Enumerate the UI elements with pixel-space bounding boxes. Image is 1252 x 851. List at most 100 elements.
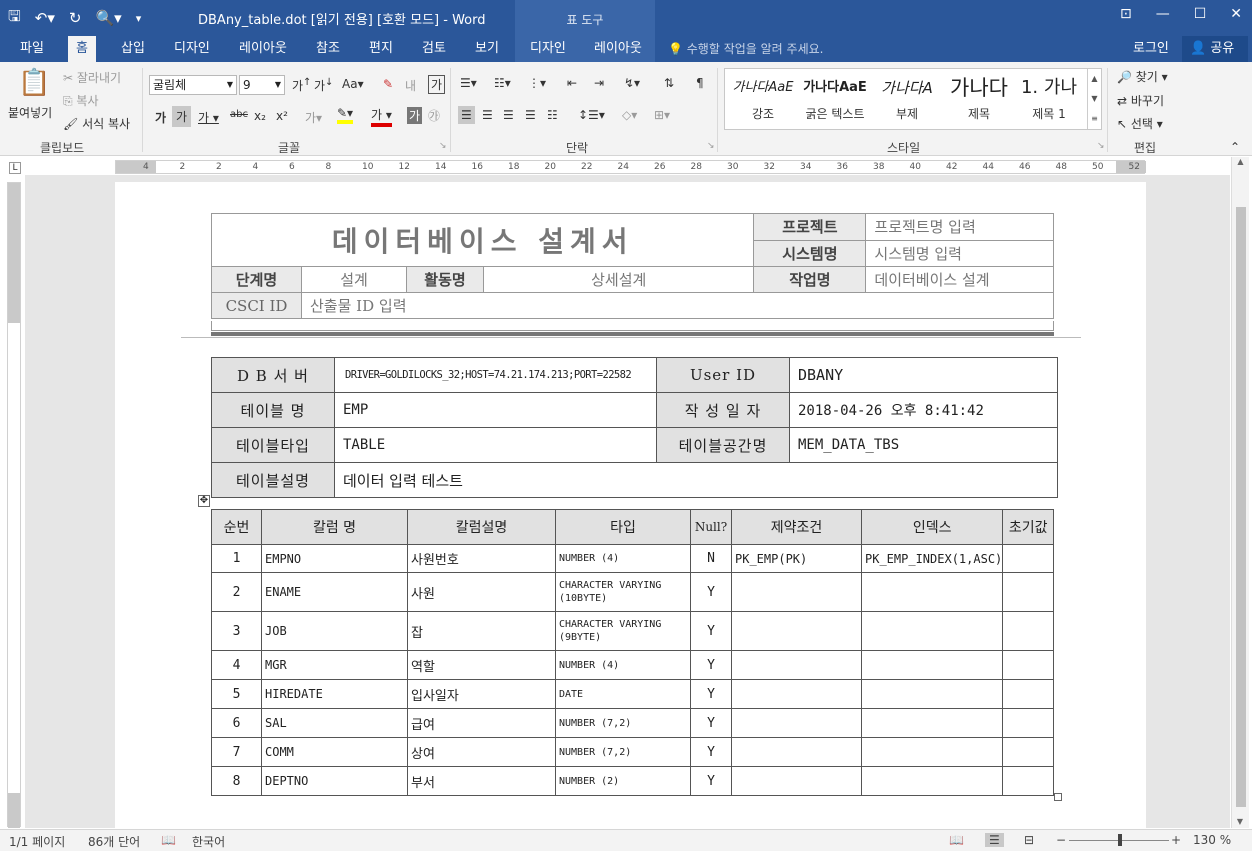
increase-indent-icon[interactable]: ⇥	[594, 76, 604, 90]
shrink-font-icon[interactable]: 가↓	[314, 77, 333, 94]
find-button[interactable]: 🔎 찾기 ▾	[1117, 68, 1168, 85]
ribbon: 📋 붙여넣기 ✂ 잘라내기 ⎘ 복사 🖌 서식 복사 클립보드 굴림체 ▼ 9 ▼ …	[0, 62, 1252, 156]
table-resize-handle-icon[interactable]	[1054, 793, 1062, 801]
align-center-icon[interactable]: ☰	[482, 108, 493, 122]
sort-icon[interactable]: ⇅	[664, 76, 674, 90]
minimize-icon[interactable]: —	[1156, 6, 1170, 22]
bullets-icon[interactable]: ☰▾	[460, 76, 477, 90]
tab-review[interactable]: 검토	[420, 36, 448, 62]
enclose-char-icon[interactable]: ㉮	[428, 107, 440, 124]
zoom-in-icon[interactable]: +	[1171, 833, 1181, 847]
distribute-icon[interactable]: ☷	[547, 108, 558, 122]
word-count[interactable]: 86개 단어	[88, 833, 140, 850]
close-icon[interactable]: ✕	[1230, 6, 1242, 22]
show-marks-icon[interactable]: ¶	[696, 76, 704, 90]
proofing-icon[interactable]: 📖	[161, 833, 176, 847]
signin-link[interactable]: 로그인	[1133, 36, 1169, 62]
shading-icon[interactable]: ◇▾	[622, 108, 637, 122]
phonetic-guide-icon[interactable]: 내	[405, 77, 416, 94]
grow-font-icon[interactable]: 가↑	[292, 77, 311, 94]
tab-home[interactable]: 홈	[68, 36, 96, 62]
text-effects-icon[interactable]: 가▾	[305, 109, 322, 126]
align-left-icon[interactable]: ☰	[458, 106, 475, 124]
zoom-level[interactable]: 130 %	[1193, 833, 1231, 847]
table-move-handle-icon[interactable]: ✥	[198, 495, 210, 507]
font-size-select[interactable]: 9 ▼	[239, 75, 285, 95]
style-subtitle[interactable]: 가나다A 부제	[871, 69, 943, 129]
copy-button[interactable]: ⎘ 복사	[63, 92, 99, 109]
numbering-icon[interactable]: ☷▾	[494, 76, 511, 90]
redo-icon[interactable]: ↻	[69, 9, 82, 27]
underline-button[interactable]: 가 ▾	[198, 109, 219, 126]
style-emphasis[interactable]: 가나다AaE 강조	[727, 69, 799, 129]
styles-dialog-launcher-icon[interactable]: ↘	[1097, 141, 1105, 151]
tab-selector-icon[interactable]: L	[9, 162, 21, 174]
collapse-ribbon-icon[interactable]: ⌃	[1230, 140, 1240, 154]
justify-icon[interactable]: ☰	[525, 108, 536, 122]
styles-scroll[interactable]: ▲ ▼ ≡	[1087, 69, 1101, 129]
web-layout-icon[interactable]: ⊟	[1024, 833, 1034, 847]
style-heading1[interactable]: 1. 가나 제목 1	[1015, 69, 1083, 129]
align-right-icon[interactable]: ☰	[503, 108, 514, 122]
style-title[interactable]: 가나다 제목	[943, 69, 1015, 129]
col-no: 3	[211, 611, 262, 651]
select-button[interactable]: ↖ 선택 ▾	[1117, 115, 1163, 132]
style-strong[interactable]: 가나다AaE 굵은 텍스트	[799, 69, 871, 129]
ruler-number: 38	[873, 162, 885, 172]
char-border-icon[interactable]: 가	[428, 75, 446, 94]
superscript-button[interactable]: x²	[276, 109, 288, 123]
strikethrough-button[interactable]: abc	[230, 109, 248, 120]
bold-button[interactable]: 가	[155, 109, 166, 126]
maximize-icon[interactable]: ☐	[1194, 6, 1207, 22]
cut-button[interactable]: ✂ 잘라내기	[63, 69, 121, 86]
highlight-icon[interactable]: ✎▾	[337, 106, 354, 124]
tab-table-design[interactable]: 디자인	[528, 36, 568, 62]
tab-references[interactable]: 참조	[314, 36, 342, 62]
paragraph-dialog-launcher-icon[interactable]: ↘	[707, 141, 715, 151]
change-case-button[interactable]: Aa▾	[342, 77, 364, 91]
col-desc: 잡	[407, 611, 556, 651]
customize-qat-icon[interactable]: ▾	[136, 12, 142, 25]
doc-title: 데이터베이스 설계서	[210, 213, 755, 267]
tell-me-input[interactable]: 💡 수행할 작업을 알려 주세요.	[668, 36, 823, 62]
tab-file[interactable]: 파일	[18, 36, 46, 62]
borders-icon[interactable]: ⊞▾	[654, 108, 670, 122]
char-shading-icon[interactable]: 가	[407, 107, 423, 124]
italic-button[interactable]: 가	[172, 106, 192, 127]
zoom-slider-thumb[interactable]	[1118, 834, 1122, 846]
col-type: CHARACTER VARYING (9BYTE)	[555, 611, 691, 651]
tab-layout[interactable]: 레이아웃	[237, 36, 289, 62]
save-icon[interactable]: 🖫	[8, 6, 21, 31]
vertical-scrollbar[interactable]: ▲ ▼	[1231, 157, 1249, 828]
text-direction-icon[interactable]: ↯▾	[624, 76, 640, 90]
paste-button[interactable]: 붙여넣기	[8, 104, 52, 121]
print-preview-icon[interactable]: 🔍▾	[95, 9, 121, 27]
tab-design[interactable]: 디자인	[172, 36, 212, 62]
ribbon-display-icon[interactable]: ⊡	[1120, 6, 1132, 22]
page-count[interactable]: 1/1 페이지	[9, 833, 65, 850]
replace-button[interactable]: ⇄ 바꾸기	[1117, 92, 1164, 109]
read-mode-icon[interactable]: 📖	[949, 833, 964, 847]
paste-icon[interactable]: 📋	[18, 68, 50, 98]
tab-view[interactable]: 보기	[473, 36, 501, 62]
zoom-out-icon[interactable]: −	[1056, 833, 1066, 847]
share-button[interactable]: 👤 공유	[1182, 36, 1248, 62]
language[interactable]: 한국어	[192, 833, 225, 850]
format-painter-button[interactable]: 🖌 서식 복사	[63, 115, 130, 132]
document-page[interactable]: 데이터베이스 설계서 프로젝트 프로젝트명 입력 시스템명 시스템명 입력 단계…	[115, 182, 1146, 832]
font-color-button[interactable]: 가 ▾	[371, 106, 392, 127]
col-index	[860, 708, 1004, 738]
line-spacing-icon[interactable]: ↕☰▾	[578, 108, 605, 122]
clear-format-icon[interactable]: ✎	[383, 77, 393, 91]
tab-mailings[interactable]: 편지	[367, 36, 395, 62]
decrease-indent-icon[interactable]: ⇤	[567, 76, 577, 90]
print-layout-icon[interactable]: ☰	[985, 833, 1004, 847]
font-name-select[interactable]: 굴림체 ▼	[149, 75, 237, 95]
tab-insert[interactable]: 삽입	[119, 36, 147, 62]
multilevel-list-icon[interactable]: ⋮▾	[528, 76, 546, 90]
scroll-thumb[interactable]	[1236, 207, 1246, 807]
font-dialog-launcher-icon[interactable]: ↘	[439, 141, 447, 151]
subscript-button[interactable]: x₂	[254, 109, 266, 123]
tab-table-layout[interactable]: 레이아웃	[592, 36, 644, 62]
undo-icon[interactable]: ↶▾	[35, 9, 55, 27]
